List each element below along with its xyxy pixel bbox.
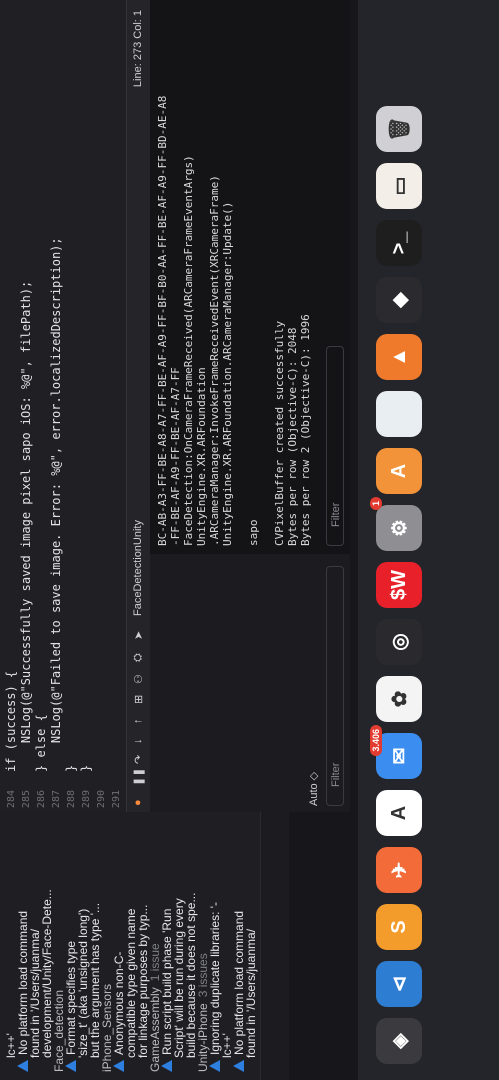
console-line: CVPixelBuffer created successfully [273,320,286,546]
line-number: 290 [96,790,107,809]
debug-bar: ● ❚❚ ↷ ↓ ↑ ⊞ ⚇ ⛭ ➤ FaceDetectionUnity Li… [126,0,151,812]
line-number: 287 [51,790,62,809]
dock-glyph: ⊲ [388,975,411,993]
swift-playgrounds-icon[interactable]: ✈ [376,847,422,893]
warning-icon [161,1060,172,1072]
notification-badge: 3.406 [370,725,382,756]
environment-icon[interactable]: ⛭ [132,653,145,662]
dock-glyph: >_ [387,231,410,255]
dock-glyph: 🗑 [388,116,411,142]
step-out-icon[interactable]: ↑ [132,719,144,725]
code-line: if (success) { [4,670,18,772]
debug-view-icon[interactable]: ⊞ [132,695,145,704]
warning-icon [17,1060,28,1072]
location-icon[interactable]: ➤ [132,631,145,640]
dock-glyph: S [387,920,410,934]
dock-glyph: ▭ [388,176,411,196]
issue-label: found in '/Users/juanma/ [244,928,258,1058]
line-number: 288 [66,790,77,809]
code-line: NSLog(@"Successfully saved image pixel s… [19,280,33,772]
line-number: 284 [6,790,17,809]
variables-filter[interactable]: Filter [326,566,344,806]
console-line: Bytes per row 2 (Objective-C): 1996 [299,314,312,546]
notification-badge: 1 [370,497,382,511]
code-line: } [64,764,78,772]
console-line: -FF-BE-AF-A9-FF-BE-AF-A7-FF [169,367,182,546]
dock-glyph: ⚙ [388,519,411,537]
unity-hub-icon[interactable]: ◈ [376,1018,422,1064]
dock-glyph: ▲ [387,347,410,367]
console-line: sapo [247,519,260,547]
dock-glyph: ◈ [388,1033,411,1049]
trash-icon[interactable]: 🗑 [376,106,422,152]
visual-studio-code-icon[interactable]: ⊲ [376,961,422,1007]
dock-glyph: A [387,805,410,821]
line-number: 285 [21,790,32,809]
step-over-icon[interactable]: ↷ [132,755,145,764]
preview-icon[interactable]: ▭ [376,163,422,209]
cursor-position: Line: 273 Col: 1 [132,10,144,88]
pause-icon[interactable]: ❚❚ [132,768,145,786]
memory-graph-icon[interactable]: ⚇ [132,674,145,684]
code-line: } else { [34,714,48,772]
dock-glyph: ✿ [388,690,411,708]
console-line: FaceDetection:OnCameraFrameReceived(ARCa… [182,155,195,546]
dock-glyph: $W [387,570,410,600]
code-line: } [79,764,93,772]
unity-icon[interactable]: ◆ [376,277,422,323]
warning-icon [209,1060,220,1072]
obs-icon[interactable]: ◎ [376,619,422,665]
console-output[interactable]: BC-AB-A3-FF-BE-A8-A7-FF-BE-AF-A9-FF-BF-B… [150,0,350,554]
console-line: .ARCameraManager:InvokeFrameReceivedEven… [208,175,221,546]
console-filter[interactable]: Filter [326,346,344,546]
photos-icon[interactable]: ✿ [376,676,422,722]
docker-icon[interactable]: ▲ [376,334,422,380]
navigator-filter-bar[interactable] [260,812,289,1080]
dock: ◈ ⊲ S ✈ A ✉ 3.406 ✿ ◎ $W ⚙ 1 A ▲ ◆ >_ ▭ 🗑 [358,0,499,1080]
warning-icon [233,1060,244,1072]
warning-icon [113,1060,124,1072]
line-number: 289 [81,790,92,809]
dock-glyph: ✈ [388,861,411,879]
instruments-icon[interactable]: A [376,790,422,836]
line-number: 286 [36,790,47,809]
console-line: UnityEngine.XR.ARFoundation [195,367,208,546]
dock-glyph: ✉ [388,747,411,765]
line-number: 291 [111,790,122,809]
code-editor[interactable]: 284 285 286 287 288 289 290 291 if (success) { … [0,0,126,812]
dock-glyph: ◎ [388,633,411,651]
variables-scope-popup[interactable]: Auto ◇ [307,772,320,806]
dock-glyph: A [387,463,410,479]
step-into-icon[interactable]: ↓ [132,739,144,745]
notes-icon[interactable] [376,391,422,437]
mail-icon[interactable]: ✉ 3.406 [370,725,422,779]
console-line: UnityEngine.XR.ARFoundation.ARCameraMana… [221,201,234,546]
system-settings-icon[interactable]: ⚙ 1 [370,497,422,551]
console-line: Bytes per row (Objective-C): 2048 [286,327,299,546]
breakpoints-toggle-icon[interactable]: ● [132,799,144,806]
code-line: NSLog(@"Failed to save image. Error: %@"… [49,237,63,772]
variables-view: Auto ◇ Filter [150,553,350,812]
money-app-icon[interactable]: $W [376,562,422,608]
xcode-window: lc++' No platform load command found in '/… [0,0,499,1080]
warning-icon [65,1060,76,1072]
dock-glyph: ◆ [388,292,411,308]
console-line: BC-AB-A3-FF-BE-A8-A7-FF-BE-AF-A9-FF-BF-B… [156,95,169,546]
sublime-text-icon[interactable]: S [376,904,422,950]
debug-target[interactable]: FaceDetectionUnity [132,520,144,616]
terminal-icon[interactable]: >_ [376,220,422,266]
issue-navigator: lc++' No platform load command found in '/… [0,811,260,1080]
issue-text[interactable]: found in '/Users/juanma/ [244,929,259,1058]
app-store-icon[interactable]: A [376,448,422,494]
